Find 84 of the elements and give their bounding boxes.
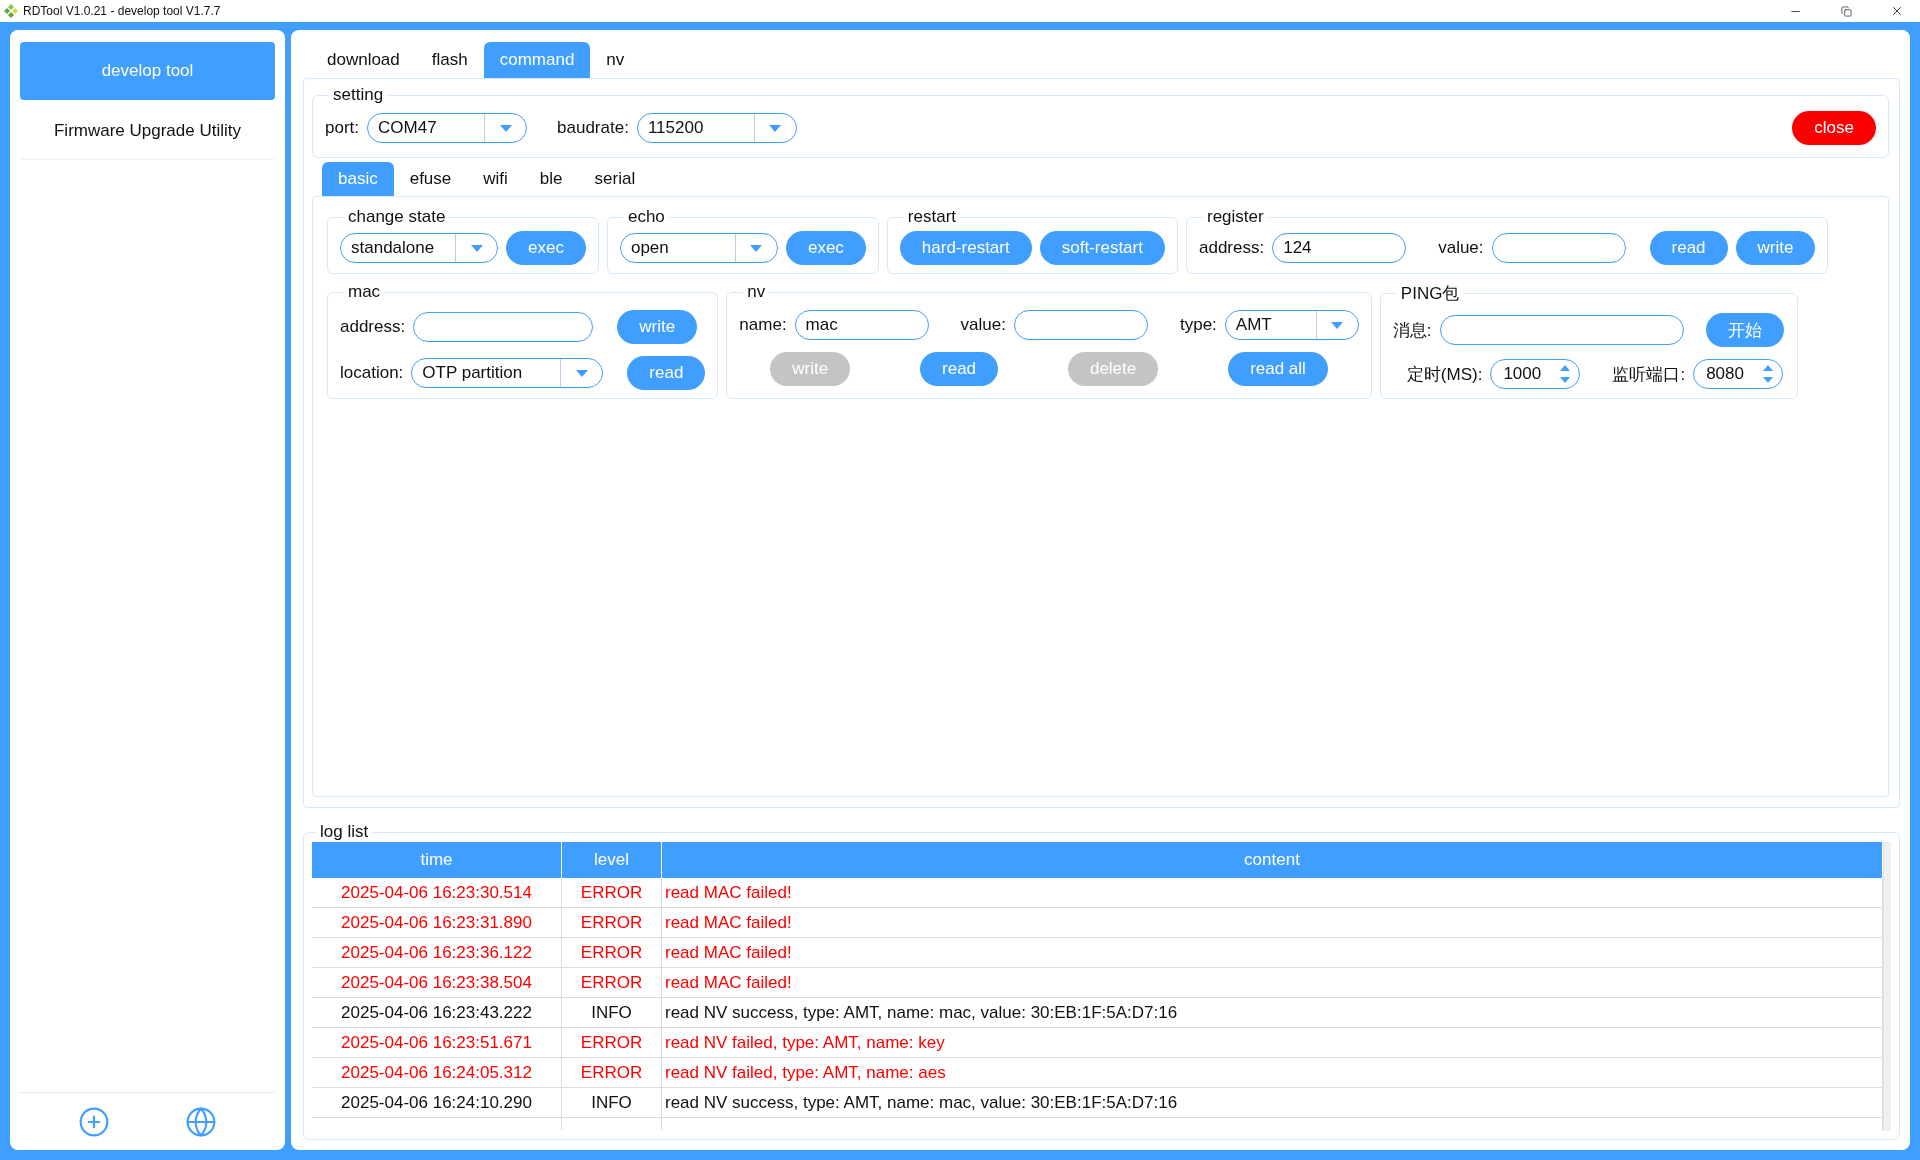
type-dropdown[interactable]: AMT (1224, 310, 1359, 340)
table-cell: read MAC failed! (662, 878, 1883, 908)
table-cell: ERROR (562, 938, 662, 968)
table-cell: read NV success, type: AMT, name: mac, value: 30:EB:1F:5A:D7:16 (662, 998, 1883, 1028)
name-field[interactable]: mac (794, 310, 929, 340)
add-icon[interactable] (77, 1105, 110, 1138)
table-cell: 2025-04-06 16:24:10.290 (312, 1088, 562, 1118)
caret-icon (574, 368, 589, 378)
table-cell: INFO (562, 998, 662, 1028)
field-label: address: (1198, 238, 1265, 258)
table-cell: 2025-04-06 16:23:38.504 (312, 968, 562, 998)
table-cell: ERROR (562, 1028, 662, 1058)
column-header: time (312, 842, 562, 878)
restore-icon[interactable] (1840, 5, 1852, 17)
field-label: 消息: (1392, 319, 1432, 342)
field-label: baudrate: (557, 118, 629, 138)
tab[interactable]: flash (415, 42, 484, 78)
table-cell: ERROR (562, 878, 662, 908)
value-field[interactable] (1491, 233, 1626, 263)
table-cell: 2025-04-06 16:23:51.671 (312, 1028, 562, 1058)
port-dropdown[interactable]: COM47 (367, 113, 528, 143)
field-label: value: (960, 315, 1006, 335)
close-port-button[interactable]: close (1792, 111, 1876, 145)
group-legend: PING包 (1396, 282, 1464, 305)
group-legend: change state (344, 207, 450, 227)
number-field[interactable]: 1000 (1490, 359, 1581, 389)
table-cell: read NV failed, type: AMT, name: aes (662, 1058, 1883, 1088)
spinner-arrows-icon (1762, 363, 1775, 385)
table-cell: INFO (562, 1088, 662, 1118)
tab[interactable]: serial (578, 162, 652, 196)
column-header: level (562, 842, 662, 878)
field-label: value: (1438, 238, 1484, 258)
tab[interactable]: wifi (467, 162, 524, 196)
window-title: RDTool V1.0.21 - develop tool V1.7.7 (23, 4, 222, 18)
message-field[interactable] (1439, 315, 1684, 345)
column-header: content (662, 842, 1883, 878)
table-cell: read NV failed, type: AMT, name: key (662, 1028, 1883, 1058)
close-icon[interactable] (1890, 4, 1904, 18)
table-cell: ERROR (562, 968, 662, 998)
field-label: type: (1180, 315, 1217, 335)
tab[interactable]: efuse (393, 162, 468, 196)
table-cell: 2025-04-06 16:23:43.222 (312, 998, 562, 1028)
state-dropdown[interactable]: standalone (340, 233, 498, 263)
table-cell: 2025-04-06 16:23:30.514 (312, 878, 562, 908)
mac-address-field[interactable] (413, 312, 594, 342)
spinner-arrows-icon (1559, 363, 1572, 385)
table-cell: read MAC failed! (662, 968, 1883, 998)
group-legend: setting (329, 85, 388, 105)
caret-icon (768, 123, 783, 133)
table-cell: 2025-04-06 16:24:05.312 (312, 1058, 562, 1088)
table-cell: read MAC failed! (662, 908, 1883, 938)
field-label: location: (340, 363, 404, 383)
field-label: address: (340, 317, 406, 337)
baudrate-dropdown[interactable]: 115200 (636, 113, 797, 143)
field-label: name: (739, 315, 787, 335)
group-legend: nv (743, 282, 770, 302)
table-cell: ERROR (562, 1058, 662, 1088)
field-label: 监听端口: (1612, 363, 1686, 386)
location-dropdown[interactable]: OTP partition (411, 358, 604, 388)
table-cell: 2025-04-06 16:23:36.122 (312, 938, 562, 968)
table-cell: read MAC failed! (662, 938, 1883, 968)
group-legend: mac (344, 282, 385, 302)
table-cell: 2025-04-06 16:23:31.890 (312, 908, 562, 938)
tab[interactable]: nv (590, 42, 641, 78)
field-label: port: (325, 118, 360, 138)
log-list-legend: log list (316, 822, 373, 842)
tab[interactable]: download (311, 42, 416, 78)
table-cell: read NV success, type: AMT, name: mac, value: 30:EB:1F:5A:D7:16 (662, 1088, 1883, 1118)
echo-dropdown[interactable]: open (619, 233, 778, 263)
value-field[interactable] (1014, 310, 1148, 340)
caret-icon (749, 243, 764, 253)
caret-icon (469, 243, 484, 253)
address-field[interactable]: 124 (1272, 233, 1407, 263)
table-cell: ERROR (562, 908, 662, 938)
globe-icon[interactable] (185, 1105, 218, 1138)
field-label: 定时(MS): (1406, 363, 1483, 386)
group-legend: echo (623, 207, 669, 227)
group-legend: register (1202, 207, 1268, 227)
tab[interactable]: ble (523, 162, 579, 196)
app-logo-icon (4, 4, 18, 18)
group-legend: restart (903, 207, 961, 227)
caret-icon (1330, 320, 1345, 330)
number-field[interactable]: 8080 (1693, 359, 1784, 389)
caret-icon (498, 123, 513, 133)
